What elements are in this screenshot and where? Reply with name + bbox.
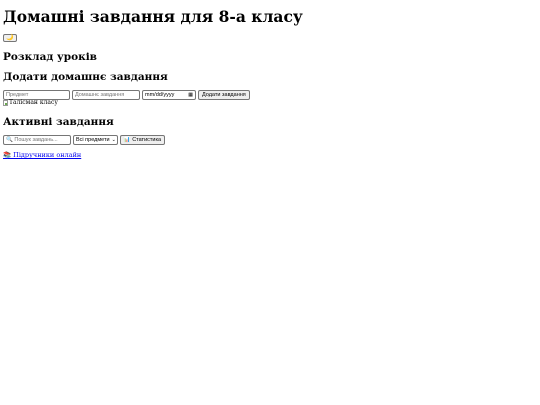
statistics-button-label: 📊 Статистика [123,137,162,143]
subject-filter-value: Всі предмети [76,137,110,143]
homework-input[interactable]: Домашнє завдання [72,90,140,100]
add-homework-button-label: Додати завдання [202,92,246,98]
tasks-filter-bar: 🔍 Пошук завдань... Всі предмети ⌄ 📊 Стат… [3,135,166,145]
due-date-value: mm/dd/yyyy [145,92,175,98]
page-title: Домашні завдання для 8-а класу [3,7,303,26]
search-input[interactable]: 🔍 Пошук завдань... [3,135,71,145]
theme-toggle-button[interactable]: 🌙 [3,34,17,42]
class-mascot-alt-text: Талісман класу [9,99,58,106]
due-date-input[interactable]: mm/dd/yyyy ▦ [142,90,196,100]
broken-image-icon [3,99,8,106]
add-homework-heading: Додати домашнє завдання [3,71,168,83]
online-textbooks-link[interactable]: 📚 Підручники онлайн [3,151,81,159]
class-mascot-image: Талісман класу [3,99,58,106]
statistics-button[interactable]: 📊 Статистика [119,135,166,145]
chevron-down-icon: ⌄ [111,137,116,143]
active-tasks-heading: Активні завдання [3,116,114,128]
search-input-placeholder: 🔍 Пошук завдань... [6,137,58,143]
subject-filter-select[interactable]: Всі предмети ⌄ [73,135,118,145]
homework-input-placeholder: Домашнє завдання [75,92,125,98]
add-homework-button[interactable]: Додати завдання [198,90,250,100]
calendar-icon[interactable]: ▦ [188,92,193,98]
schedule-heading: Розклад уроків [3,51,97,63]
subject-input-placeholder: Предмет [6,92,29,98]
moon-icon: 🌙 [6,35,14,41]
